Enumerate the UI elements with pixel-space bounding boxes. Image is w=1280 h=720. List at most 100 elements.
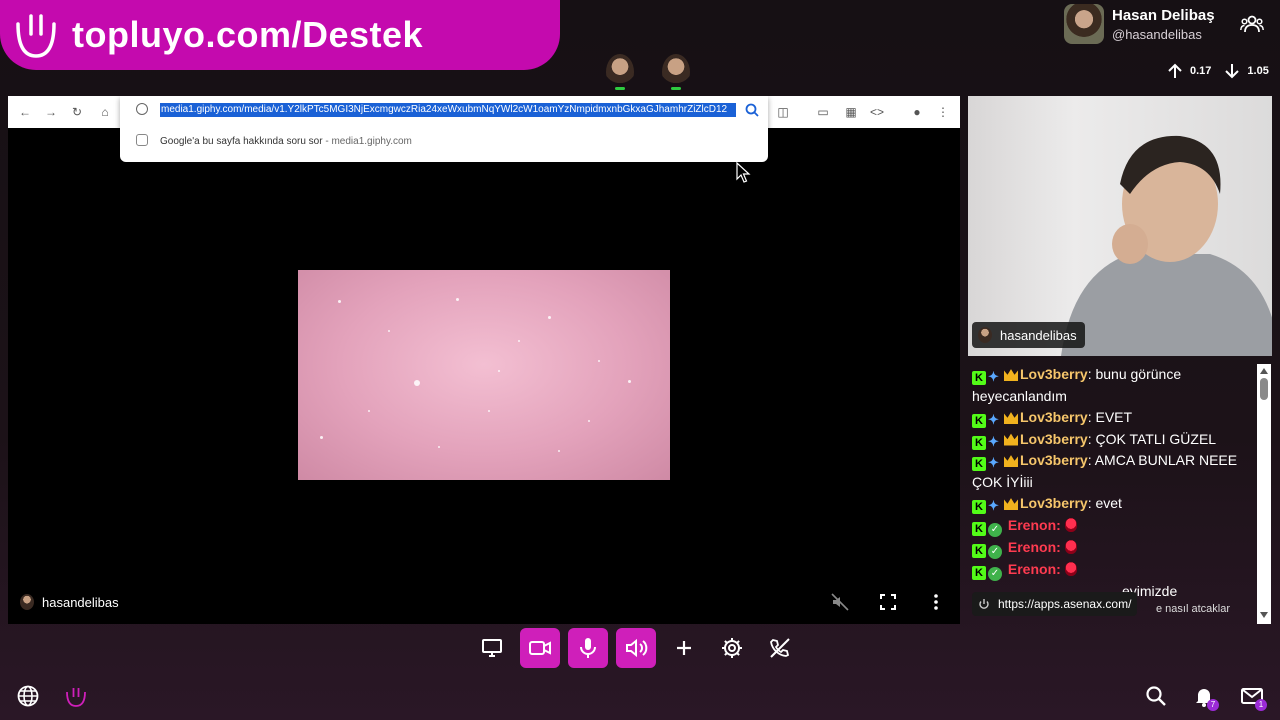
download-arrow-icon [1225,64,1240,79]
upload-arrow-icon [1168,63,1182,78]
verified-badge-icon: ✓ [988,566,1002,581]
scroll-up-icon[interactable] [1260,368,1268,374]
webcam-owner-name: hasandelibas [1000,327,1077,343]
microphone-button[interactable] [568,628,608,668]
address-bar-input[interactable]: media1.giphy.com/media/v1.Y2lkPTc5MGI3Nj… [160,103,736,117]
power-icon [979,599,989,609]
plus-icon [677,641,691,655]
globe-icon[interactable] [16,684,40,708]
promo-banner[interactable]: topluyo.com/Destek [0,0,560,70]
crown-badge-icon [1004,455,1018,467]
hangup-button[interactable] [760,628,800,668]
forward-icon[interactable]: → [42,103,60,121]
monitor-icon [482,639,502,657]
omnibox-suggestion[interactable]: Google'a bu sayfa hakkında soru sor - me… [160,136,412,147]
chat-text: EVET [1095,409,1133,425]
kick-badge-icon: K [972,500,986,514]
crown-badge-icon [1004,412,1018,424]
chat-username[interactable]: Lov3berry [1020,431,1088,447]
avatar [978,327,992,343]
screen-share-owner: hasandelibas [20,594,119,610]
webcam-owner-label: hasandelibas [972,322,1085,348]
mouse-cursor-icon [736,162,751,183]
suggestion-text: Google'a bu sayfa hakkında soru sor [160,136,323,147]
screen-share-view[interactable]: ← → ↻ ⌂ ◫ ▭ ▦ <> ● ⋮ media1.giphy.com/me… [8,96,960,624]
participant-avatar[interactable] [662,54,690,90]
video-camera-icon [529,641,551,655]
kick-badge-icon: K [972,435,986,450]
call-toolbar [472,628,800,668]
topluyo-home-icon[interactable] [64,684,88,708]
users-icon[interactable] [1240,14,1264,34]
kick-badge-icon: K [972,565,986,580]
crown-badge-icon [1004,498,1018,510]
chat-message: K ✦ Lov3berry: ÇOK TATLI GÜZEL [972,429,1256,451]
verified-badge-icon: ✓ [988,544,1002,559]
chat-message: K ✦ Lov3berry: EVET [972,407,1256,429]
network-stats: 0.17 1.05 [1166,62,1269,80]
user-profile[interactable]: Hasan Delibaş @hasandelibas [1064,4,1215,44]
extensions-icon[interactable]: ◫ [774,103,792,121]
chat-message: K ✦ Lov3berry: evet [972,493,1256,515]
camera-button[interactable] [520,628,560,668]
chat-username[interactable]: Erenon [1008,517,1056,533]
suggestion-domain: - media1.giphy.com [322,136,412,147]
crown-badge-icon [1004,433,1018,446]
ruby-emote-icon [1064,517,1077,532]
scroll-thumb[interactable] [1260,378,1268,400]
chat-text: evet [1095,495,1122,511]
profile-avatar-icon[interactable]: ● [908,103,926,121]
kick-badge-icon: K [972,414,986,428]
participant-avatars [606,54,690,90]
sword-badge-icon: ✦ [988,498,999,513]
more-options-icon[interactable] [926,592,946,612]
avatar [20,594,34,610]
kick-badge-icon: K [972,457,986,471]
user-handle: @hasandelibas [1112,26,1202,42]
lens-search-icon[interactable] [744,102,760,118]
chat-username[interactable]: Lov3berry [1020,409,1088,425]
menu-dots-icon[interactable]: ⋮ [934,103,952,121]
chat-message: K ✦ Lov3berry: bunu görünce heyecanlandım [972,366,1182,404]
chat-scrollbar[interactable] [1257,364,1271,624]
chat-username[interactable]: Lov3berry [1020,452,1088,468]
reload-icon[interactable]: ↻ [68,103,86,121]
add-button[interactable] [664,628,704,668]
qr-icon[interactable]: ▦ [842,103,860,121]
link-tooltip: https://apps.asenax.com/ [972,592,1138,616]
participant-avatar[interactable] [606,54,634,90]
chat-message: K ✓ Erenon: [972,515,1256,537]
chat-username[interactable]: Lov3berry [1020,495,1088,511]
chat-username[interactable]: Erenon [1008,539,1056,555]
speaker-icon [626,638,648,658]
cast-icon[interactable]: ▭ [814,103,832,121]
bell-count-badge: 7 [1207,699,1219,711]
site-info-icon[interactable] [136,103,148,115]
upload-rate: 0.17 [1190,65,1212,77]
screen-share-button[interactable] [472,628,512,668]
chat-username[interactable]: Erenon [1008,561,1056,577]
crown-badge-icon [1004,369,1018,381]
chat-username[interactable]: Lov3berry [1020,366,1088,382]
ruby-emote-icon [1064,561,1077,576]
search-icon[interactable] [1144,684,1168,708]
phone-off-icon [770,638,790,658]
sword-badge-icon: ✦ [988,433,999,449]
fullscreen-icon[interactable] [878,592,898,612]
volume-muted-icon[interactable] [830,592,850,612]
webcam-view[interactable]: hasandelibas [968,96,1272,356]
chat-message: K ✓ Erenon: [972,537,1256,559]
promo-text: topluyo.com/Destek [72,14,424,55]
devtools-icon[interactable]: <> [868,103,886,121]
microphone-icon [580,638,596,658]
tooltip-url: https://apps.asenax.com/ [998,597,1132,611]
settings-button[interactable] [712,628,752,668]
verified-badge-icon: ✓ [988,522,1002,537]
omnibox-dropdown[interactable]: media1.giphy.com/media/v1.Y2lkPTc5MGI3Nj… [120,96,768,162]
chat-text-partial: e nasıl atcaklar [1156,603,1230,615]
scroll-down-icon[interactable] [1260,612,1268,618]
speaker-button[interactable] [616,628,656,668]
back-icon[interactable]: ← [16,103,34,121]
home-icon[interactable]: ⌂ [96,103,114,121]
kick-badge-icon: K [972,371,986,385]
